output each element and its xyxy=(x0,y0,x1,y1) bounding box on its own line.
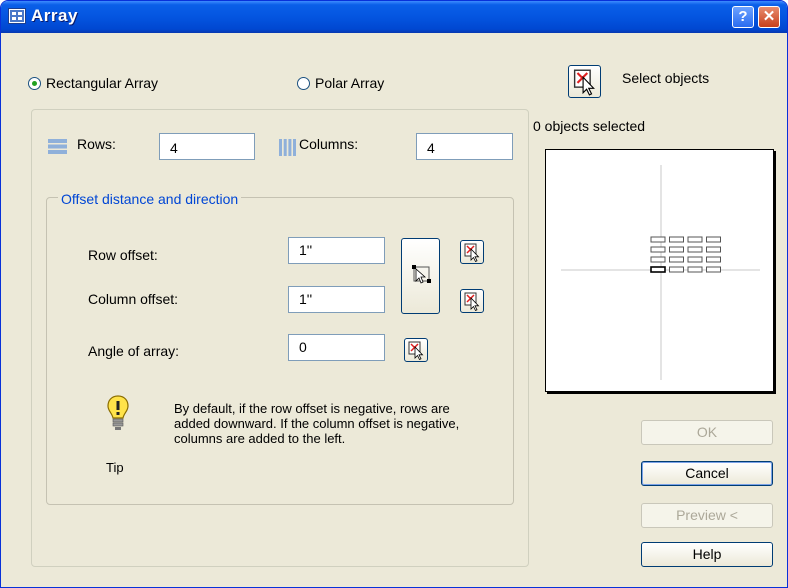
window-title: Array xyxy=(31,6,78,25)
preview-array-copy xyxy=(650,256,666,263)
tip-label: Tip xyxy=(106,460,124,475)
pick-column-offset-button[interactable] xyxy=(460,289,484,313)
pick-point-icon xyxy=(464,292,480,312)
rectangular-array-radio[interactable] xyxy=(28,77,41,90)
cancel-button[interactable]: Cancel xyxy=(641,461,773,486)
rows-label: Rows: xyxy=(77,136,116,152)
rows-input[interactable]: 4 xyxy=(159,133,255,160)
offset-group-title: Offset distance and direction xyxy=(58,191,242,207)
select-objects-label: Select objects xyxy=(622,70,710,86)
column-offset-label: Column offset: xyxy=(88,291,179,307)
pick-row-offset-button[interactable] xyxy=(460,240,484,264)
selection-status: 0 objects selected xyxy=(533,118,646,134)
angle-input[interactable]: 0 xyxy=(288,334,385,361)
preview-array-copy xyxy=(687,236,703,243)
rectangular-array-label[interactable]: Rectangular Array xyxy=(46,75,158,91)
pick-point-icon xyxy=(408,341,424,361)
preview-array-copy xyxy=(687,246,703,253)
preview-array-copy xyxy=(706,246,721,253)
pick-point-icon xyxy=(464,243,480,263)
preview-button[interactable]: Preview < xyxy=(641,503,773,528)
preview-array-copy xyxy=(650,246,666,253)
preview-array-copy xyxy=(669,246,684,253)
row-offset-label: Row offset: xyxy=(88,247,158,263)
polar-array-radio[interactable] xyxy=(297,77,310,90)
pick-angle-button[interactable] xyxy=(404,338,428,362)
preview-array-copy xyxy=(687,266,703,273)
pick-point-icon xyxy=(573,69,595,96)
lightbulb-icon xyxy=(107,395,129,435)
pick-both-offsets-icon xyxy=(412,265,431,284)
polar-array-label[interactable]: Polar Array xyxy=(315,75,384,91)
row-offset-input[interactable]: 1'' xyxy=(288,237,385,264)
ok-button[interactable]: OK xyxy=(641,420,773,445)
array-dialog: Array ? ✕ Rectangular Array Polar Array … xyxy=(0,0,788,588)
columns-icon xyxy=(279,139,296,156)
preview-array-copy xyxy=(706,266,721,273)
select-objects-button[interactable] xyxy=(568,65,601,98)
tip-text: By default, if the row offset is negativ… xyxy=(174,401,460,446)
help-button[interactable]: Help xyxy=(641,542,773,567)
preview-array-copy xyxy=(669,256,684,263)
pick-both-offsets-button[interactable] xyxy=(401,238,440,314)
title-bar: Array ? ✕ xyxy=(1,1,787,33)
close-button[interactable]: ✕ xyxy=(758,6,780,28)
columns-label: Columns: xyxy=(299,136,359,152)
preview-array-copy xyxy=(669,266,684,273)
preview-array-copy xyxy=(706,236,721,243)
array-preview xyxy=(545,149,774,392)
preview-source-object xyxy=(650,266,666,273)
columns-input[interactable]: 4 xyxy=(416,133,513,160)
array-app-icon xyxy=(8,8,26,24)
preview-array-copy xyxy=(687,256,703,263)
help-title-button[interactable]: ? xyxy=(732,6,754,28)
array-preview-diagram xyxy=(561,165,760,380)
rows-icon xyxy=(48,139,67,154)
preview-array-copy xyxy=(650,236,666,243)
column-offset-input[interactable]: 1'' xyxy=(288,286,385,313)
preview-array-copy xyxy=(669,236,684,243)
angle-label: Angle of array: xyxy=(88,343,180,359)
preview-array-copy xyxy=(706,256,721,263)
